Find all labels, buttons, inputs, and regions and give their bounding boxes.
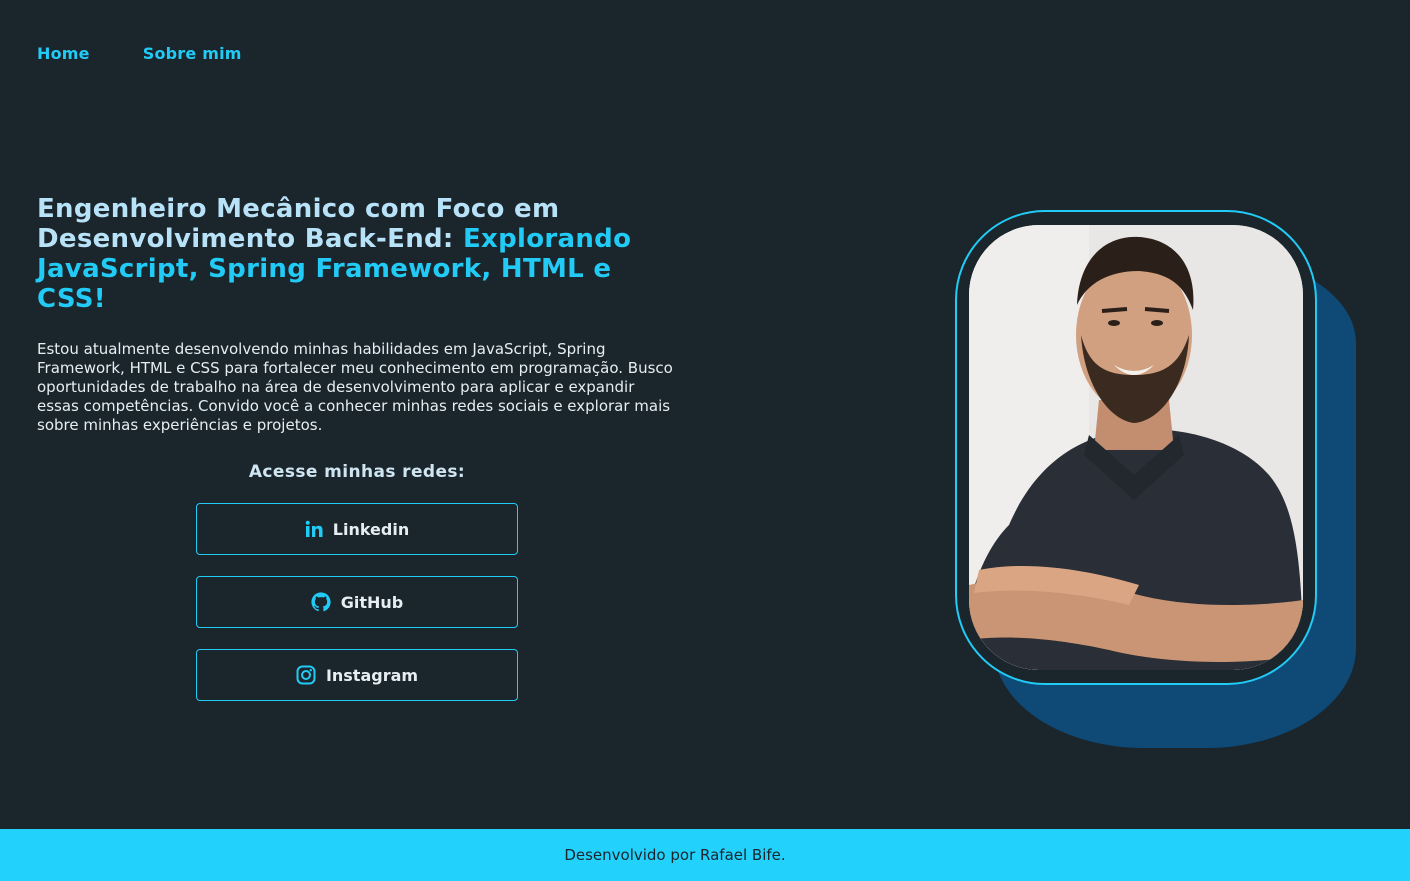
- nav-home-link[interactable]: Home: [37, 44, 90, 63]
- nav-about-link[interactable]: Sobre mim: [143, 44, 242, 63]
- instagram-button[interactable]: Instagram: [196, 649, 518, 701]
- top-nav: Home Sobre mim: [37, 44, 242, 63]
- profile-photo: [969, 225, 1303, 670]
- linkedin-button[interactable]: Linkedin: [196, 503, 518, 555]
- instagram-icon: [296, 665, 316, 685]
- intro-paragraph: Estou atualmente desenvolvendo minhas ha…: [37, 340, 673, 434]
- linkedin-icon: [305, 520, 323, 538]
- footer: Desenvolvido por Rafael Bife.: [0, 829, 1410, 881]
- instagram-label: Instagram: [325, 665, 419, 685]
- page: Home Sobre mim Engenheiro Mecânico com F…: [0, 0, 1410, 881]
- github-button[interactable]: GitHub: [196, 576, 518, 628]
- github-icon: [311, 592, 331, 612]
- footer-credit: Desenvolvido por Rafael Bife.: [564, 846, 786, 864]
- social-title: Acesse minhas redes:: [248, 462, 466, 482]
- github-label: GitHub: [340, 592, 404, 612]
- page-headline: Engenheiro Mecânico com Foco em Desenvol…: [37, 194, 687, 314]
- linkedin-label: Linkedin: [332, 519, 410, 539]
